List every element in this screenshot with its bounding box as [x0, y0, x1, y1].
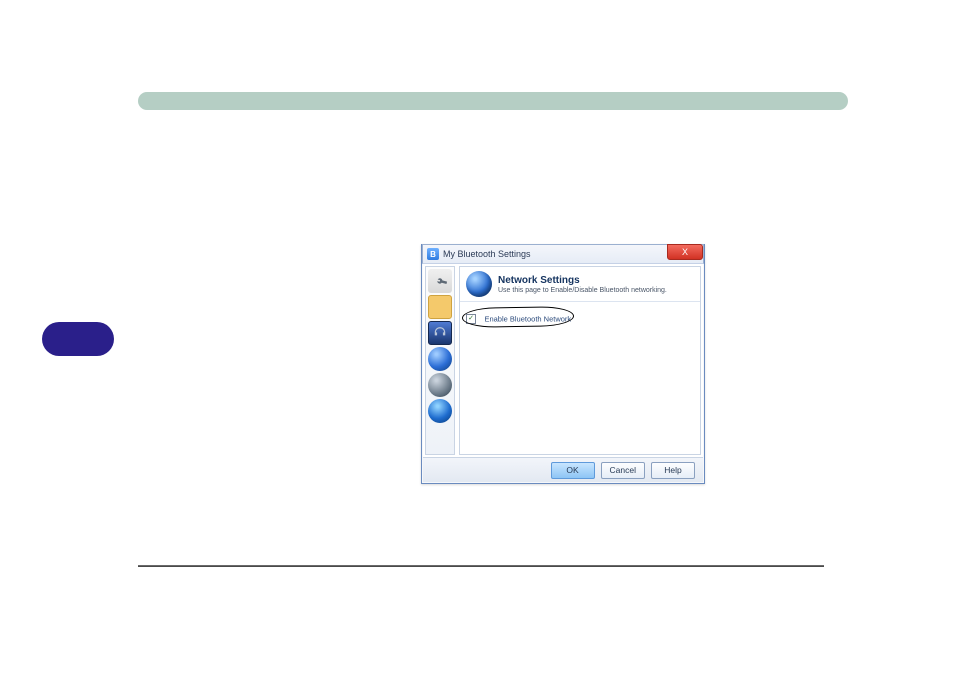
internet-globe-icon[interactable] — [428, 399, 452, 423]
dialog-title: My Bluetooth Settings — [443, 249, 531, 259]
headset-icon[interactable] — [428, 321, 452, 345]
dialog-sidebar — [425, 266, 455, 455]
close-button[interactable]: X — [667, 244, 703, 260]
dialog-body: Network Settings Use this page to Enable… — [423, 264, 703, 457]
wrench-icon[interactable] — [428, 269, 452, 293]
folder-icon[interactable] — [428, 295, 452, 319]
dialog-titlebar: B My Bluetooth Settings X — [422, 244, 704, 264]
network-icon — [466, 271, 492, 297]
speaker-icon[interactable] — [428, 373, 452, 397]
bluetooth-settings-dialog: B My Bluetooth Settings X Network Settin… — [421, 244, 705, 484]
page-bottom-rule — [138, 565, 824, 567]
cancel-button[interactable]: Cancel — [601, 462, 645, 479]
network-globe-icon[interactable] — [428, 347, 452, 371]
content-title: Network Settings — [498, 275, 667, 287]
section-accent-bar — [138, 92, 848, 110]
dialog-footer: OK Cancel Help — [423, 457, 703, 482]
note-badge — [42, 322, 114, 356]
content-header: Network Settings Use this page to Enable… — [460, 267, 700, 302]
close-x: X — [682, 247, 688, 257]
ok-button[interactable]: OK — [551, 462, 595, 479]
bluetooth-icon: B — [427, 248, 439, 260]
highlight-circle-annotation — [462, 306, 574, 328]
content-subtitle: Use this page to Enable/Disable Bluetoot… — [498, 287, 667, 294]
help-button[interactable]: Help — [651, 462, 695, 479]
enable-bluetooth-row[interactable]: ✓ Enable Bluetooth Network — [466, 310, 694, 326]
dialog-content: Network Settings Use this page to Enable… — [459, 266, 701, 455]
